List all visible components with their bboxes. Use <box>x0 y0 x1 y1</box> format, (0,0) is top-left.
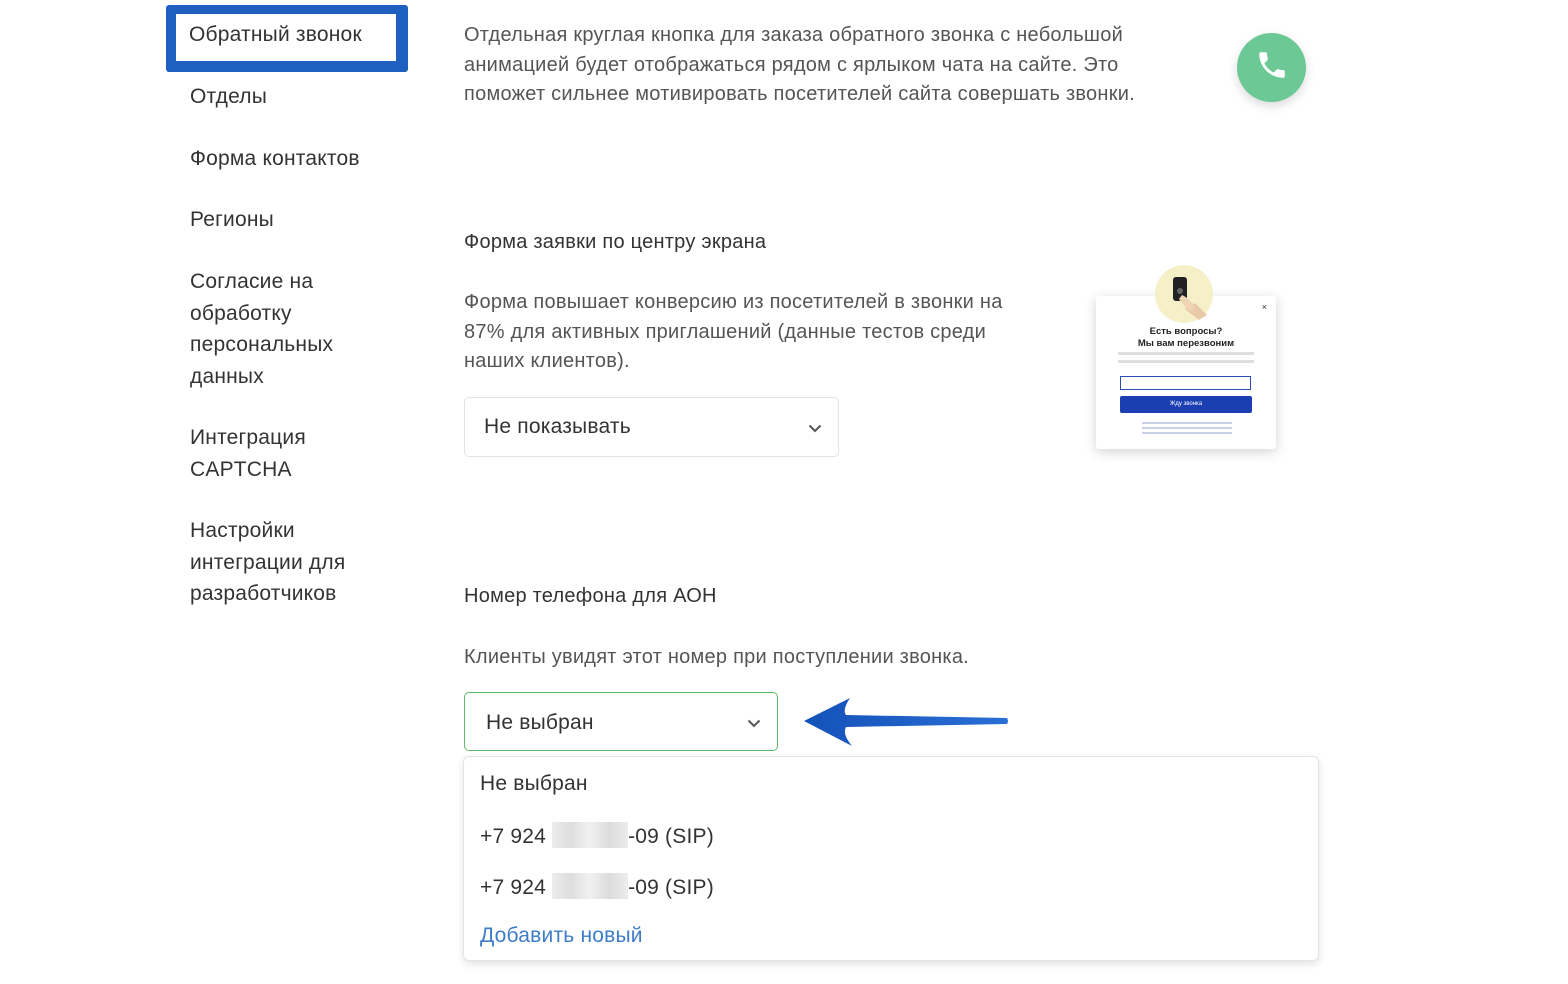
sidebar-item-label: персональных <box>190 333 334 356</box>
preview-title-line: Мы вам перезвоним <box>1137 337 1235 349</box>
sidebar-item-label: Отделы <box>190 85 268 108</box>
description-line: Отдельная круглая кнопка для заказа обра… <box>464 24 1124 46</box>
preview-footer <box>1142 422 1232 434</box>
description-line: наших клиентов). <box>464 350 630 372</box>
sidebar-item-label: Регионы <box>190 208 274 231</box>
sidebar-item-label: Форма контактов <box>190 147 360 170</box>
redacted-digits <box>552 822 629 848</box>
caller-id-select[interactable]: Не выбран <box>464 692 778 751</box>
sidebar-item-label: данных <box>190 364 264 388</box>
caller-id-description: Клиенты увидят этот номер при поступлени… <box>464 646 970 668</box>
sidebar-item-dev-integration[interactable]: Настройки интеграции для разработчиков <box>190 515 400 610</box>
description-line: Форма повышает конверсию из посетителей … <box>464 291 1003 313</box>
preview-button: Жду звонка <box>1120 396 1252 413</box>
phone-suffix: -09 (SIP) <box>628 825 714 848</box>
preview-avatar <box>1155 265 1213 323</box>
select-value: Не выбран <box>486 711 594 734</box>
sidebar-item-label: разработчиков <box>190 582 337 605</box>
option-label: Не выбран <box>480 772 588 795</box>
preview-title: Есть вопросы? Мы вам перезвоним <box>1096 326 1276 349</box>
phone-suffix: -09 (SIP) <box>628 876 714 899</box>
center-form-description: Форма повышает конверсию из посетителей … <box>464 288 1003 377</box>
sidebar-item-label: интеграции для <box>190 550 346 574</box>
phone-icon <box>1255 48 1289 87</box>
chevron-down-icon <box>808 415 822 439</box>
sidebar-item-label: Согласие на <box>190 270 314 293</box>
callback-button-preview <box>1237 33 1306 102</box>
preview-title-line: Есть вопросы? <box>1149 326 1223 337</box>
dropdown-option[interactable]: +7 924 -09 (SIP) <box>480 822 714 849</box>
arrow-left-icon <box>802 696 1012 755</box>
sidebar-item-label: Настройки <box>190 519 295 542</box>
sidebar-item-label: CAPTCHA <box>190 457 292 481</box>
dropdown-option[interactable]: Не выбран <box>480 772 588 796</box>
sidebar-item-label: Обратный звонок <box>176 14 396 61</box>
sidebar-item-captcha[interactable]: Интеграция CAPTCHA <box>190 422 400 485</box>
add-new-link[interactable]: Добавить новый <box>480 924 643 948</box>
center-form-title: Форма заявки по центру экрана <box>464 231 767 253</box>
sidebar-item-departments[interactable]: Отделы <box>190 81 400 113</box>
preview-phone-input <box>1120 376 1251 390</box>
redacted-digits <box>552 873 629 899</box>
sidebar-item-personal-data-consent[interactable]: Согласие на обработку персональных данны… <box>190 266 400 392</box>
phone-prefix: +7 924 <box>480 876 547 899</box>
close-icon: × <box>1261 302 1267 312</box>
phone-prefix: +7 924 <box>480 825 547 848</box>
sidebar-item-label: Интеграция <box>190 426 306 449</box>
chevron-down-icon <box>747 710 761 734</box>
sidebar-item-callback[interactable]: Обратный звонок <box>166 5 408 72</box>
callback-description: Отдельная круглая кнопка для заказа обра… <box>464 21 1135 110</box>
caller-id-title: Номер телефона для АОН <box>464 585 717 607</box>
hand-phone-icon <box>1155 277 1213 327</box>
description-line: анимацией будет отображаться рядом с ярл… <box>464 53 1119 76</box>
sidebar-item-label: обработку <box>190 301 292 325</box>
sidebar-item-contact-form[interactable]: Форма контактов <box>190 143 400 175</box>
select-value: Не показывать <box>484 415 631 438</box>
caller-id-dropdown: Не выбран +7 924 -09 (SIP) +7 924 -09 (S… <box>463 756 1319 961</box>
preview-subtitle <box>1118 352 1254 368</box>
description-line: 87% для активных приглашений (данные тес… <box>464 320 987 343</box>
description-line: поможет сильнее мотивировать посетителей… <box>464 83 1135 105</box>
sidebar-item-regions[interactable]: Регионы <box>190 204 400 236</box>
dropdown-option[interactable]: +7 924 -09 (SIP) <box>480 873 714 900</box>
center-form-select[interactable]: Не показывать <box>464 397 839 457</box>
